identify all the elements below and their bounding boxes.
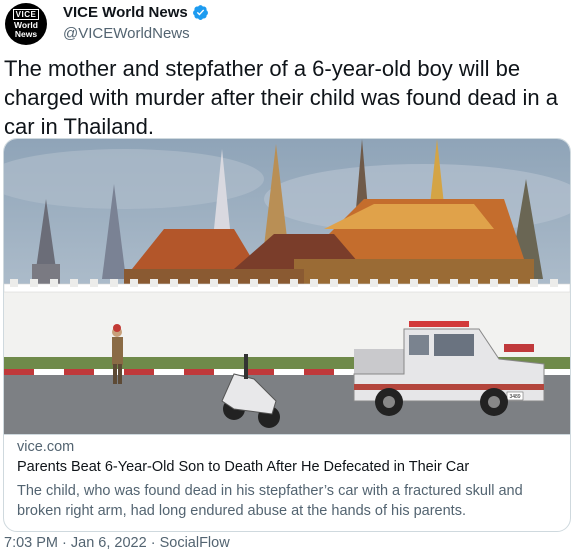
card-image[interactable]: 3489 [4, 139, 570, 434]
card-domain: vice.com [17, 439, 75, 455]
tweet-meta: 7:03 PM · Jan 6, 2022 · SocialFlow [4, 535, 230, 551]
tweet-header: VICE World News VICE World News @VICEWor… [0, 0, 572, 48]
link-card[interactable]: 3489 vice.com Parents Beat 6-Year-Old So… [3, 138, 571, 532]
card-title[interactable]: Parents Beat 6-Year-Old Son to Death Aft… [17, 459, 469, 475]
meta-separator-2: · [146, 535, 160, 551]
verified-badge-icon [192, 5, 208, 20]
avatar[interactable]: VICE World News [5, 3, 47, 45]
card-meta[interactable]: vice.com Parents Beat 6-Year-Old Son to … [4, 434, 570, 531]
tweet-date[interactable]: Jan 6, 2022 [71, 535, 147, 551]
avatar-logo-text: VICE [12, 9, 40, 20]
avatar-text-news: News [14, 29, 38, 39]
account-handle[interactable]: @VICEWorldNews [63, 25, 190, 42]
meta-separator-1: · [58, 535, 71, 551]
card-description: The child, who was found dead in his ste… [17, 483, 523, 519]
license-plate-text: 3489 [509, 394, 520, 400]
tweet-text: The mother and stepfather of a 6-year-ol… [4, 56, 558, 139]
name-row: VICE World News [63, 4, 209, 21]
tweet-source[interactable]: SocialFlow [160, 535, 230, 551]
display-name[interactable]: VICE World News [63, 4, 188, 21]
tweet-time[interactable]: 7:03 PM [4, 535, 58, 551]
